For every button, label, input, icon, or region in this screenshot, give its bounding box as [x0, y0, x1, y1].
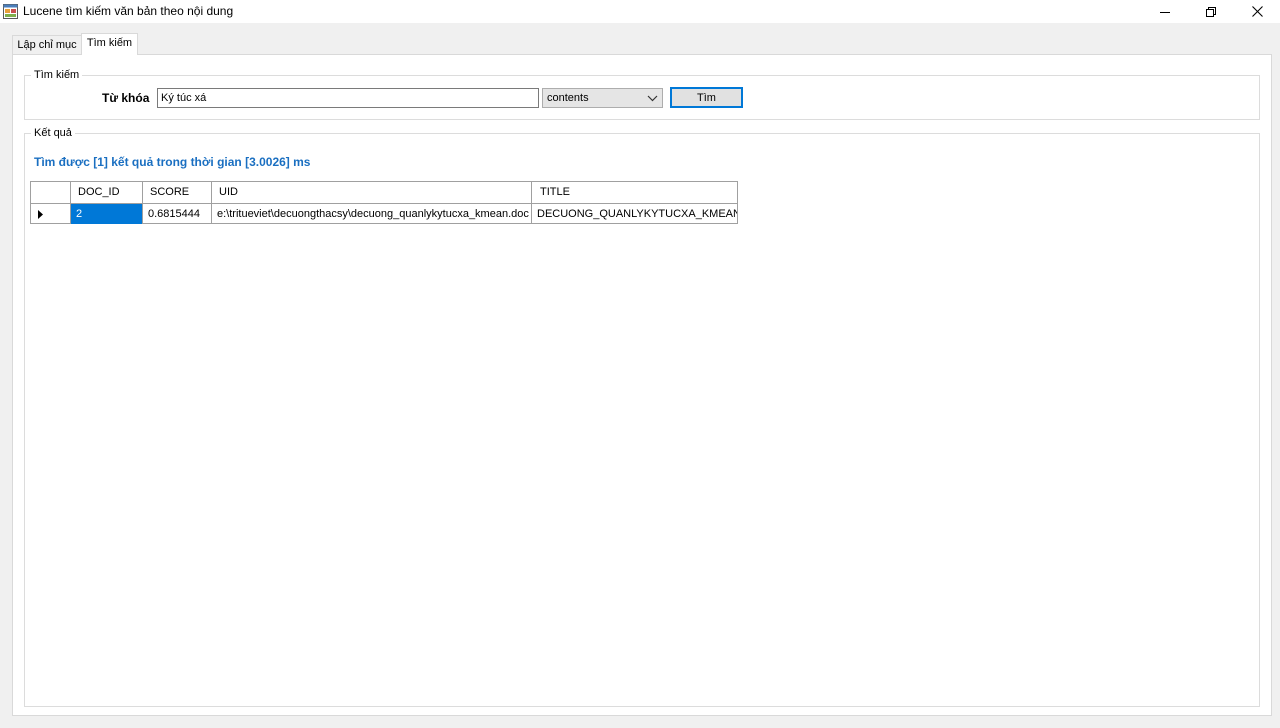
cell-uid[interactable]: e:\tritueviet\decuongthacsy\decuong_quan…: [212, 204, 532, 224]
row-header-corner: [31, 182, 71, 203]
cell-score[interactable]: 0.6815444: [143, 204, 212, 224]
column-header-uid[interactable]: UID: [212, 182, 532, 203]
restore-icon: [1206, 6, 1216, 17]
application-form-icon: [3, 4, 18, 19]
title-bar[interactable]: Lucene tìm kiếm văn bản theo nội dung: [0, 0, 1280, 23]
cell-doc-id[interactable]: 2: [71, 204, 143, 224]
window-title: Lucene tìm kiếm văn bản theo nội dung: [23, 4, 234, 18]
result-grid[interactable]: DOC_ID SCORE UID TITLE 2 0.6815444 e:\tr…: [30, 181, 738, 224]
search-button[interactable]: Tìm: [670, 87, 743, 108]
field-select[interactable]: contents: [542, 88, 663, 108]
grid-header-row: DOC_ID SCORE UID TITLE: [31, 182, 737, 203]
column-header-title[interactable]: TITLE: [532, 182, 737, 203]
field-select-value: contents: [547, 92, 589, 104]
close-button[interactable]: [1234, 0, 1280, 23]
search-group-title: Tìm kiếm: [31, 69, 83, 81]
row-header[interactable]: [31, 204, 71, 224]
minimize-icon: [1160, 11, 1170, 13]
column-header-score[interactable]: SCORE: [143, 182, 212, 203]
tab-search[interactable]: Tìm kiếm: [81, 33, 138, 55]
chevron-down-icon: [647, 95, 658, 102]
column-header-doc-id[interactable]: DOC_ID: [71, 182, 143, 203]
close-icon: [1251, 6, 1263, 17]
result-group-title: Kết quả: [31, 127, 75, 139]
keyword-label: Từ khóa: [102, 91, 150, 105]
minimize-button[interactable]: [1142, 0, 1188, 23]
result-summary: Tìm được [1] kết quả trong thời gian [3.…: [34, 155, 311, 169]
restore-button[interactable]: [1188, 0, 1234, 23]
keyword-input[interactable]: [157, 88, 539, 108]
current-row-arrow-icon: [38, 210, 43, 219]
cell-title[interactable]: DECUONG_QUANLYKYTUCXA_KMEAN: [532, 204, 737, 224]
tab-index[interactable]: Lập chỉ mục: [12, 35, 82, 55]
table-row[interactable]: 2 0.6815444 e:\tritueviet\decuongthacsy\…: [31, 203, 737, 224]
